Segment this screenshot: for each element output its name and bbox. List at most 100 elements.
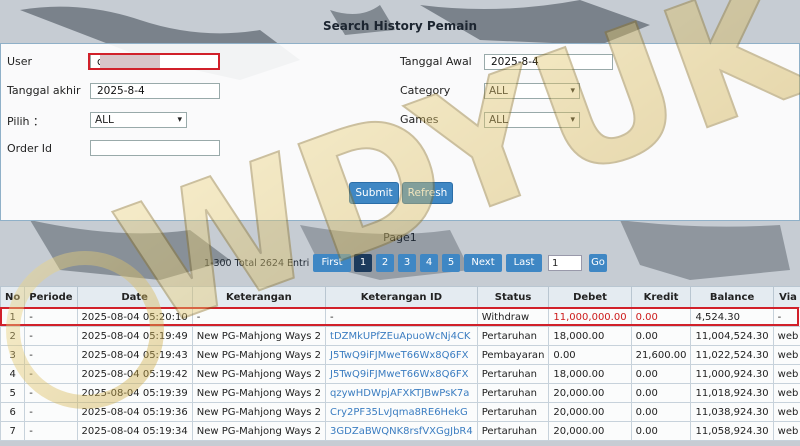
page-4-button[interactable]: 4 xyxy=(420,254,438,272)
keterangan-id-link[interactable]: 3GDZaBWQNK8rsfVXGgJbR4 xyxy=(325,421,478,441)
col-date[interactable]: Date xyxy=(76,286,193,308)
tanggal-awal-input[interactable]: 2025-8-4 xyxy=(484,54,613,70)
page-1-button[interactable]: 1 xyxy=(354,254,372,272)
table-row: 4 - 2025-08-04 05:19:42 New PG-Mahjong W… xyxy=(0,364,800,384)
cell-date: 2025-08-04 05:20:10 xyxy=(76,307,193,327)
keterangan-id-link[interactable]: Cry2PF35LvJqma8RE6HekG xyxy=(325,402,478,422)
category-selected: ALL xyxy=(489,85,508,97)
cell-periode: - xyxy=(24,345,78,365)
page-2-button[interactable]: 2 xyxy=(376,254,394,272)
category-select[interactable]: ALL ▾ xyxy=(484,83,580,99)
games-select[interactable]: ALL ▾ xyxy=(484,112,580,128)
cell-status: Pembayaran xyxy=(476,345,550,365)
keterangan-id-link[interactable]: J5TwQ9iFJMweT66Wx8Q6FX xyxy=(325,364,478,384)
pilih-label: Pilih ： xyxy=(7,115,45,128)
pager-info: 1-300 Total 2624 Entri xyxy=(204,258,310,269)
cell-status: Pertaruhan xyxy=(476,364,550,384)
cell-date: 2025-08-04 05:19:39 xyxy=(76,383,193,403)
cell-date: 2025-08-04 05:19:43 xyxy=(76,345,193,365)
cell-via: web xyxy=(772,402,800,422)
tanggal-akhir-label: Tanggal akhir xyxy=(7,84,81,97)
category-label: Category xyxy=(400,84,451,97)
cell-via: web xyxy=(772,364,800,384)
cell-keterangan: New PG-Mahjong Ways 2 xyxy=(191,326,327,346)
cell-keterangan: New PG-Mahjong Ways 2 xyxy=(191,383,327,403)
cell-debet: 11,000,000.00 xyxy=(548,307,632,327)
next-page-button[interactable]: Next xyxy=(464,254,502,272)
table-row: 7 - 2025-08-04 05:19:34 New PG-Mahjong W… xyxy=(0,421,800,441)
cell-no: 7 xyxy=(0,421,26,441)
submit-button[interactable]: Submit xyxy=(349,182,399,204)
cell-balance: 11,058,924.30 xyxy=(690,421,774,441)
user-field-highlight xyxy=(88,53,220,70)
col-via[interactable]: Via xyxy=(772,286,800,308)
page-number-input[interactable]: 1 xyxy=(548,255,582,271)
cell-debet: 20,000.00 xyxy=(548,421,632,441)
tanggal-akhir-input[interactable]: 2025-8-4 xyxy=(90,83,220,99)
cell-keterangan: - xyxy=(191,307,327,327)
cell-debet: 18,000.00 xyxy=(548,364,632,384)
games-selected: ALL xyxy=(489,114,508,126)
cell-kredit: 21,600.00 xyxy=(630,345,692,365)
cell-status: Pertaruhan xyxy=(476,326,550,346)
cell-balance: 11,038,924.30 xyxy=(690,402,774,422)
page-title: Search History Pemain xyxy=(322,19,478,33)
col-no[interactable]: No xyxy=(0,286,26,308)
refresh-button[interactable]: Refresh xyxy=(402,182,453,204)
first-page-button[interactable]: First xyxy=(313,254,351,272)
cell-keterangan: New PG-Mahjong Ways 2 xyxy=(191,421,327,441)
col-debet[interactable]: Debet xyxy=(548,286,632,308)
col-keterangan[interactable]: Keterangan xyxy=(191,286,327,308)
cell-date: 2025-08-04 05:19:36 xyxy=(76,402,193,422)
cell-keterangan-id: - xyxy=(325,307,478,327)
cell-debet: 18,000.00 xyxy=(548,326,632,346)
cell-debet: 20,000.00 xyxy=(548,402,632,422)
pilih-select[interactable]: ALL ▾ xyxy=(90,112,187,128)
order-id-label: Order Id xyxy=(7,142,52,155)
cell-kredit: 0.00 xyxy=(630,307,692,327)
tanggal-awal-label: Tanggal Awal xyxy=(400,55,472,68)
col-kredit[interactable]: Kredit xyxy=(630,286,692,308)
cell-periode: - xyxy=(24,421,78,441)
cell-no: 5 xyxy=(0,383,26,403)
cell-status: Pertaruhan xyxy=(476,383,550,403)
cell-no: 2 xyxy=(0,326,26,346)
cell-balance: 11,004,524.30 xyxy=(690,326,774,346)
cell-periode: - xyxy=(24,307,78,327)
cell-status: Pertaruhan xyxy=(476,421,550,441)
keterangan-id-link[interactable]: qzywHDWpjAFXKTJBwPsK7a xyxy=(325,383,478,403)
col-status[interactable]: Status xyxy=(476,286,550,308)
order-id-input[interactable] xyxy=(90,140,220,156)
cell-kredit: 0.00 xyxy=(630,383,692,403)
cell-date: 2025-08-04 05:19:49 xyxy=(76,326,193,346)
chevron-down-icon: ▾ xyxy=(570,115,575,125)
table-header-row: No Periode Date Keterangan Keterangan ID… xyxy=(0,286,800,308)
col-balance[interactable]: Balance xyxy=(690,286,774,308)
cell-periode: - xyxy=(24,383,78,403)
last-page-button[interactable]: Last xyxy=(506,254,542,272)
cell-kredit: 0.00 xyxy=(630,364,692,384)
keterangan-id-link[interactable]: tDZMkUPfZEuApuoWcNj4CK xyxy=(325,326,478,346)
chevron-down-icon: ▾ xyxy=(177,115,182,125)
pilih-selected: ALL xyxy=(95,114,114,126)
keterangan-id-link[interactable]: J5TwQ9iFJMweT66Wx8Q6FX xyxy=(325,345,478,365)
cell-kredit: 0.00 xyxy=(630,326,692,346)
chevron-down-icon: ▾ xyxy=(570,86,575,96)
page-3-button[interactable]: 3 xyxy=(398,254,416,272)
col-keterangan-id[interactable]: Keterangan ID xyxy=(325,286,478,308)
cell-via: web xyxy=(772,383,800,403)
go-button[interactable]: Go xyxy=(589,254,607,272)
cell-via: web xyxy=(772,326,800,346)
cell-no: 1 xyxy=(0,307,26,327)
cell-keterangan: New PG-Mahjong Ways 2 xyxy=(191,345,327,365)
cell-balance: 11,022,524.30 xyxy=(690,345,774,365)
page-5-button[interactable]: 5 xyxy=(442,254,460,272)
cell-keterangan: New PG-Mahjong Ways 2 xyxy=(191,364,327,384)
page-indicator: Page1 xyxy=(383,231,417,244)
col-periode[interactable]: Periode xyxy=(24,286,78,308)
cell-no: 6 xyxy=(0,402,26,422)
table-row: 5 - 2025-08-04 05:19:39 New PG-Mahjong W… xyxy=(0,383,800,403)
cell-balance: 11,018,924.30 xyxy=(690,383,774,403)
table-row: 1 - 2025-08-04 05:20:10 - - Withdraw 11,… xyxy=(0,307,800,327)
cell-debet: 0.00 xyxy=(548,345,632,365)
